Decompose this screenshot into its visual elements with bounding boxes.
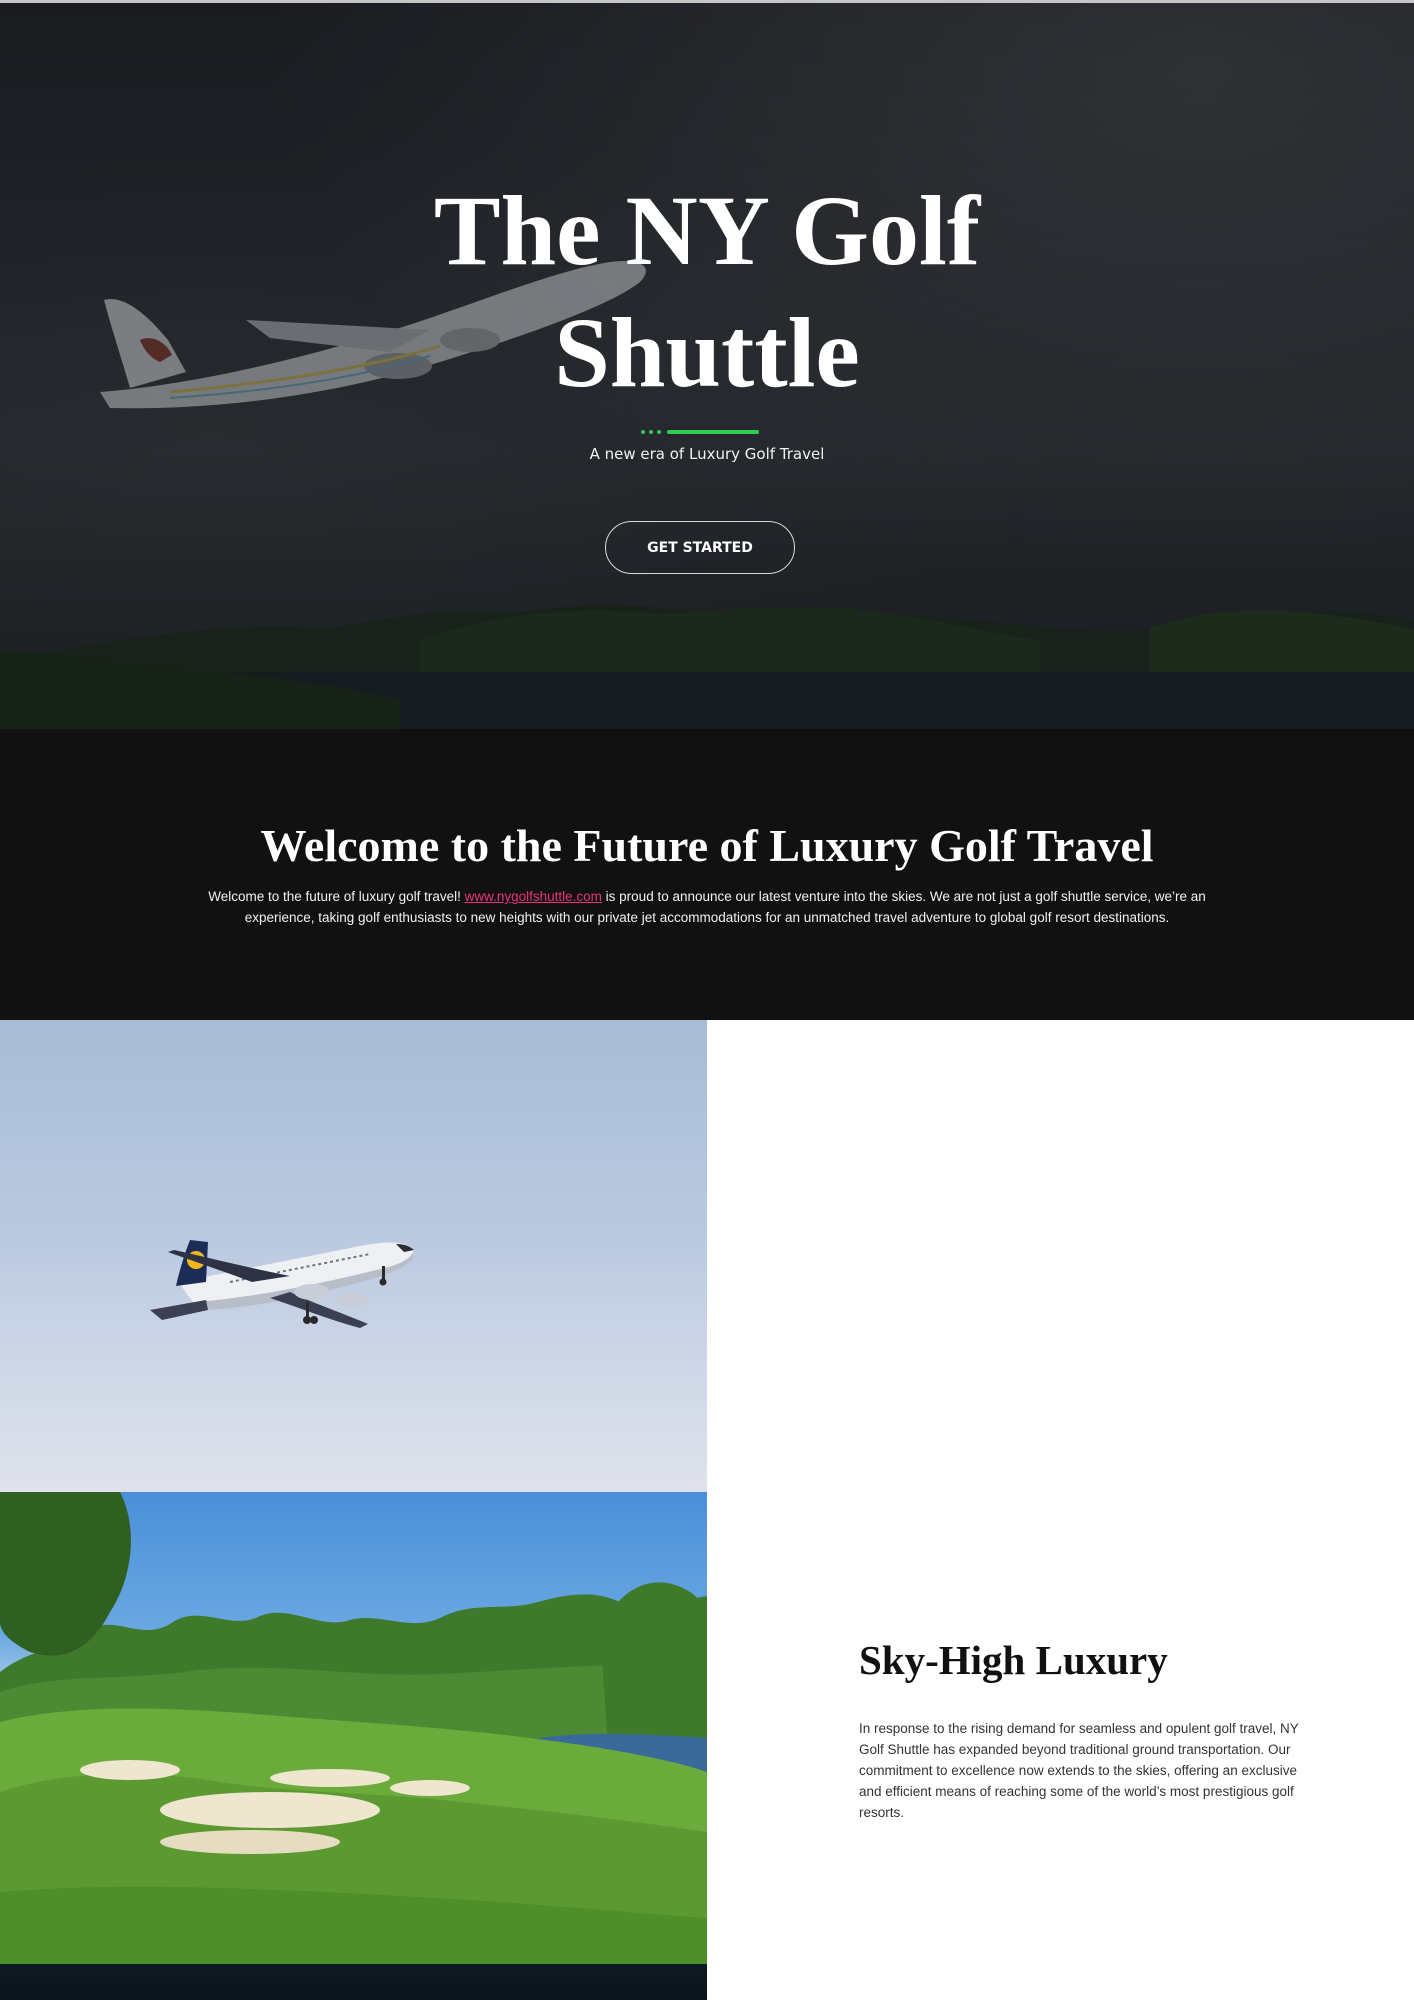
airplane-illustration: [150, 1240, 414, 1328]
get-started-button[interactable]: GET STARTED: [605, 521, 795, 574]
welcome-text-start: Welcome to the future of luxury golf tra…: [208, 889, 465, 904]
feature-body: In response to the rising demand for sea…: [859, 1721, 1299, 1820]
divider-dot: [641, 430, 645, 434]
hero-title-line2: Shuttle: [554, 297, 860, 408]
hero-title-line1: The NY Golf: [433, 175, 981, 286]
divider-dot: [657, 430, 661, 434]
night-sky-photo: [0, 1964, 707, 2000]
golf-course-illustration: [0, 1492, 707, 1964]
airplane-photo: [0, 1020, 707, 1492]
hero-title: The NY Golf Shuttle: [0, 170, 1414, 414]
feature-text-block: Sky-High Luxury In response to the risin…: [859, 1630, 1319, 1823]
hero-section: The NY Golf Shuttle A new era of Luxury …: [0, 0, 1414, 729]
divider-bar: [667, 430, 759, 434]
divider-dot: [649, 430, 653, 434]
feature-title: Sky-High Luxury: [859, 1637, 1168, 1683]
welcome-section: Welcome to the Future of Luxury Golf Tra…: [0, 729, 1414, 1020]
hero-subtitle: A new era of Luxury Golf Travel: [589, 445, 825, 463]
website-link[interactable]: www.nygolfshuttle.com: [465, 889, 602, 904]
golf-course-photo: [0, 1492, 707, 1964]
welcome-title: Welcome to the Future of Luxury Golf Tra…: [260, 820, 1154, 871]
welcome-paragraph: Welcome to the future of luxury golf tra…: [180, 886, 1234, 928]
